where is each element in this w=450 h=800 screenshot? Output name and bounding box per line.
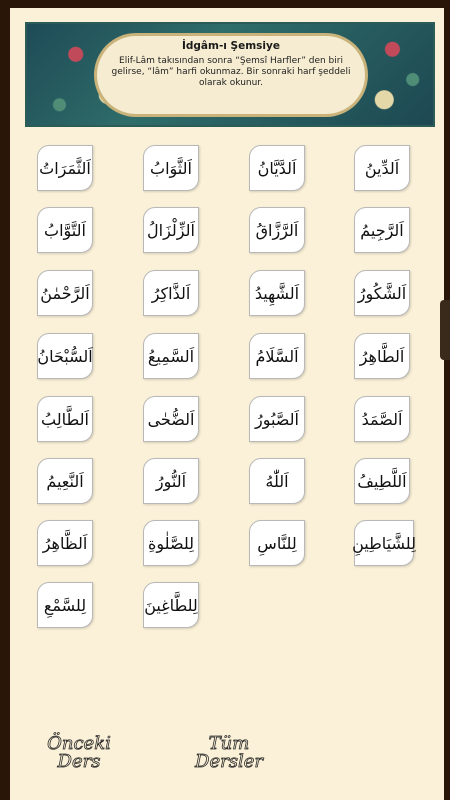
- word-card[interactable]: لِلشَّيَاطِينِ: [352, 520, 416, 566]
- word-text: اَلظَّاهِرُ: [42, 533, 88, 553]
- word-card[interactable]: لِلطَّاغِينَ: [143, 582, 199, 628]
- word-card[interactable]: اَلطَّالِبُ: [37, 396, 93, 442]
- header-cartouche: İdgâm-ı Şemsiye Elif-Lâm takısından sonr…: [97, 36, 365, 114]
- word-text: اَلرَّزَّاقُ: [255, 220, 299, 240]
- word-text: لِلطَّاغِينَ: [144, 595, 198, 615]
- word-text: اَلسَّمِيعُ: [147, 346, 195, 366]
- word-card[interactable]: اَلذَّاكِرُ: [143, 270, 199, 316]
- word-text: اَلزِّلْزَالُ: [147, 220, 195, 240]
- word-card[interactable]: اَلشَّهِيدُ: [249, 270, 305, 316]
- word-text: اَلرَّجِيمُ: [360, 220, 404, 240]
- word-text: اَلصَّمَدُ: [361, 409, 403, 429]
- word-text: اَلطَّاهِرُ: [359, 346, 405, 366]
- word-card[interactable]: اَلسُّبْحَانُ: [37, 333, 93, 379]
- word-card[interactable]: اَلرَّجِيمُ: [354, 207, 410, 253]
- word-card[interactable]: اَلثَّوَابُ: [143, 145, 199, 191]
- word-card[interactable]: اَلسَّمِيعُ: [143, 333, 199, 379]
- word-card[interactable]: اَلزِّلْزَالُ: [143, 207, 199, 253]
- word-text: اَلشَّكُورُ: [357, 283, 407, 303]
- all-lessons-button[interactable]: Tüm Dersler: [194, 734, 264, 771]
- word-text: اَلثَّمَرَاتُ: [39, 158, 91, 178]
- word-text: اَلدَّيَّانُ: [257, 158, 297, 178]
- word-card[interactable]: اَلتَّوَّابُ: [37, 207, 93, 253]
- window-frame-left: [0, 0, 10, 800]
- lesson-header: İdgâm-ı Şemsiye Elif-Lâm takısından sonr…: [25, 22, 435, 127]
- word-card[interactable]: اَلصَّبُورُ: [249, 396, 305, 442]
- word-card[interactable]: لِلصَّلٰوةِ: [143, 520, 199, 566]
- word-card[interactable]: اَلشَّكُورُ: [354, 270, 410, 316]
- lesson-title: İdgâm-ı Şemsiye: [181, 40, 281, 52]
- word-card[interactable]: اَللّٰهُ: [249, 458, 305, 504]
- word-card[interactable]: اَللَّطِيفُ: [354, 458, 410, 504]
- word-card[interactable]: اَلنُّورُ: [143, 458, 199, 504]
- word-text: اَلشَّهِيدُ: [254, 283, 300, 303]
- word-card[interactable]: اَلدِّينُ: [354, 145, 410, 191]
- word-text: اَلسَّلَامُ: [255, 346, 299, 366]
- word-text: اَلدِّينُ: [364, 158, 400, 178]
- word-card[interactable]: لِلسَّمْعِ: [37, 582, 93, 628]
- word-text: اَلصَّبُورُ: [254, 409, 299, 429]
- word-card[interactable]: اَلطَّاهِرُ: [354, 333, 410, 379]
- word-text: لِلسَّمْعِ: [43, 595, 87, 615]
- previous-lesson-button[interactable]: Önceki Ders: [44, 734, 114, 771]
- word-card[interactable]: اَلنَّعِيمُ: [37, 458, 93, 504]
- word-text: اَلتَّوَّابُ: [44, 220, 86, 240]
- word-text: لِلنَّاسِ: [257, 533, 297, 553]
- word-card[interactable]: اَلظَّاهِرُ: [37, 520, 93, 566]
- word-card[interactable]: اَلدَّيَّانُ: [249, 145, 305, 191]
- word-text: اَلطَّالِبُ: [41, 409, 89, 429]
- word-text: اَلنُّورُ: [155, 471, 187, 491]
- word-card[interactable]: اَلصَّمَدُ: [354, 396, 410, 442]
- lesson-description: Elif-Lâm takısından sonra “Şemsî Harfler…: [111, 56, 351, 88]
- word-text: لِلصَّلٰوةِ: [148, 533, 194, 553]
- window-frame-right: [444, 0, 450, 800]
- word-text: اَلسُّبْحَانُ: [37, 346, 93, 366]
- word-card[interactable]: اَلسَّلَامُ: [249, 333, 305, 379]
- word-card[interactable]: اَلرَّزَّاقُ: [249, 207, 305, 253]
- side-handle[interactable]: [440, 300, 450, 360]
- word-card[interactable]: اَلضُّحٰى: [143, 396, 199, 442]
- word-text: اَلرَّحْمٰنُ: [40, 283, 90, 303]
- window-frame-top: [0, 0, 450, 8]
- word-text: اَللّٰهُ: [265, 471, 289, 491]
- word-card[interactable]: اَلرَّحْمٰنُ: [37, 270, 93, 316]
- word-text: اَلنَّعِيمُ: [46, 471, 84, 491]
- word-text: لِلشَّيَاطِينِ: [352, 533, 416, 553]
- word-text: اَلذَّاكِرُ: [151, 283, 191, 303]
- word-card[interactable]: اَلثَّمَرَاتُ: [37, 145, 93, 191]
- word-text: اَلضُّحٰى: [147, 409, 195, 429]
- word-card[interactable]: لِلنَّاسِ: [249, 520, 305, 566]
- word-text: اَلثَّوَابُ: [150, 158, 192, 178]
- word-text: اَللَّطِيفُ: [357, 471, 407, 491]
